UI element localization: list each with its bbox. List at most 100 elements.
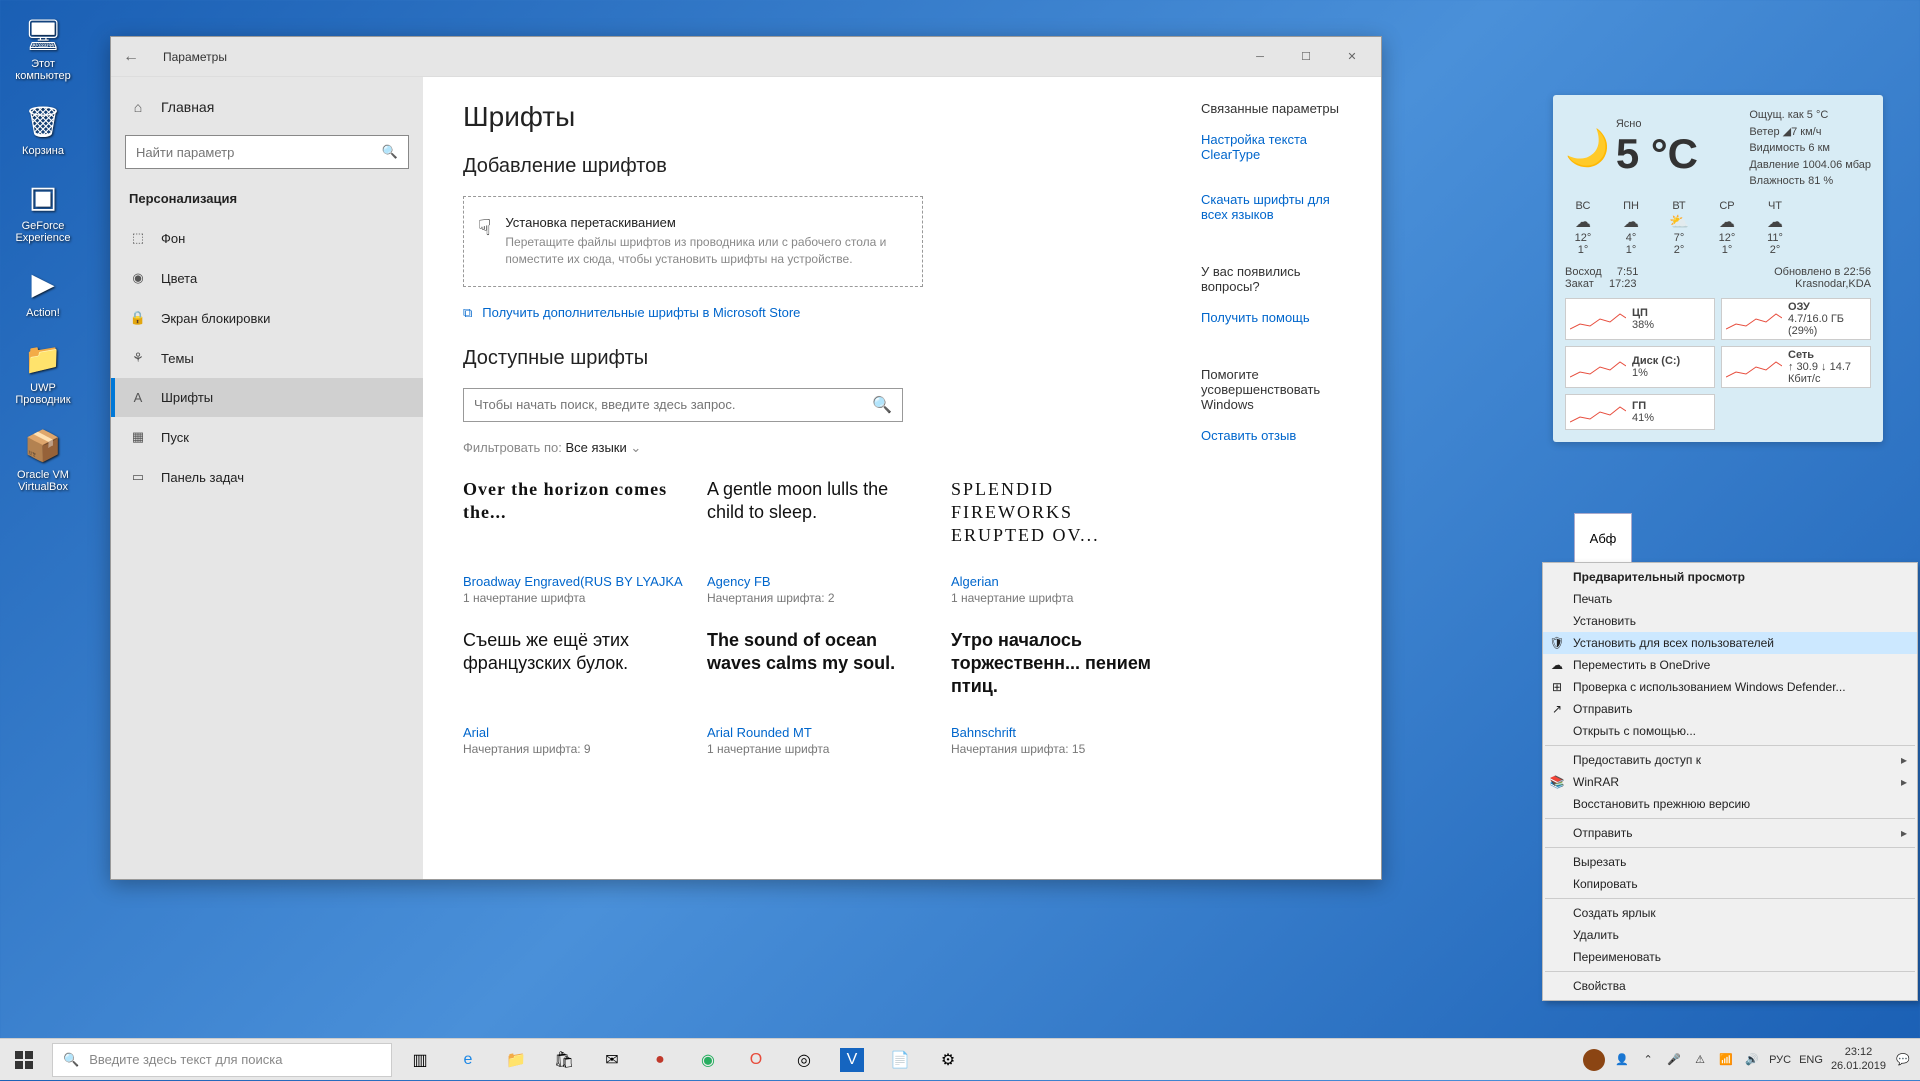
font-card[interactable]: The sound of ocean waves calms my soul.A… [707,629,927,756]
context-menu-item[interactable]: Переименовать [1543,946,1917,968]
opera-icon[interactable]: O [732,1039,780,1081]
minimize-button[interactable]: ─ [1237,37,1283,77]
meter-graph [1570,304,1626,334]
sidebar-search-input[interactable] [136,145,382,160]
font-name: Broadway Engraved(RUS BY LYAJKA [463,574,683,589]
context-menu-item[interactable]: Вырезать [1543,851,1917,873]
desktop-icon[interactable]: ▶Action! [8,264,78,319]
context-menu: Предварительный просмотрПечать Установить… [1542,562,1918,1001]
taskbar-search[interactable]: 🔍 Введите здесь текст для поиска [52,1043,392,1077]
menu-item-label: Отправить [1573,826,1633,840]
context-menu-item[interactable]: ☁Переместить в OneDrive [1543,654,1917,676]
app-icon[interactable]: ● [636,1039,684,1081]
notepad-icon[interactable]: 📄 [876,1039,924,1081]
menu-item-label: Установить [1573,614,1636,628]
maximize-button[interactable]: ☐ [1283,37,1329,77]
context-menu-item[interactable]: Восстановить прежнюю версию [1543,793,1917,815]
start-button[interactable] [0,1039,48,1081]
font-card[interactable]: SPLENDID FIREWORKS ERUPTED OV...Algerian… [951,478,1171,605]
sidebar-item[interactable]: ▦Пуск [111,417,423,457]
store-link[interactable]: ⧉ Получить дополнительные шрифты в Micro… [463,305,1171,321]
context-menu-item[interactable]: 📚WinRAR [1543,771,1917,793]
forecast-day: СР☁12°1° [1709,200,1745,256]
app-icon[interactable]: V [840,1048,864,1072]
font-dropzone[interactable]: ☟ Установка перетаскиванием Перетащите ф… [463,196,923,287]
desktop-icon[interactable]: 📦Oracle VM VirtualBox [8,426,78,493]
desktop-icon[interactable]: ▣GeForce Experience [8,177,78,244]
filter-row[interactable]: Фильтровать по: Все языки ⌄ [463,440,1171,456]
context-menu-item[interactable]: Свойства [1543,975,1917,997]
network-icon[interactable]: 📶 [1717,1053,1735,1066]
chrome-icon[interactable]: ◎ [780,1039,828,1081]
sidebar-home[interactable]: ⌂ Главная [111,87,423,127]
volume-icon[interactable]: 🔊 [1743,1053,1761,1066]
font-variants: Начертания шрифта: 2 [707,591,927,605]
download-fonts-link[interactable]: Скачать шрифты для всех языков [1201,192,1341,244]
sidebar-item[interactable]: ◉Цвета [111,258,423,298]
context-menu-item[interactable]: Открыть с помощью... [1543,720,1917,742]
mail-icon[interactable]: ✉ [588,1039,636,1081]
warning-icon[interactable]: ⚠ [1691,1053,1709,1066]
close-button[interactable]: ✕ [1329,37,1375,77]
app-icon[interactable]: ◉ [684,1039,732,1081]
context-menu-item[interactable]: Предварительный просмотр [1543,566,1917,588]
context-menu-item[interactable]: 🛡Установить для всех пользователей [1543,632,1917,654]
edge-icon[interactable]: e [444,1039,492,1081]
font-card[interactable]: Съешь же ещё этих французских булок.Aria… [463,629,683,756]
notifications-icon[interactable]: 💬 [1894,1053,1912,1066]
desktop-icon[interactable]: 🖥Этот компьютер [8,15,78,82]
store-icon[interactable]: 🛍 [540,1039,588,1081]
chevron-up-icon[interactable]: ⌃ [1639,1053,1657,1066]
lang-indicator[interactable]: РУС [1769,1054,1791,1066]
mic-icon[interactable]: 🎤 [1665,1053,1683,1066]
context-menu-item[interactable]: Создать ярлык [1543,902,1917,924]
back-button[interactable]: ← [117,48,145,66]
desktop-icon[interactable]: 🗑Корзина [8,102,78,157]
sidebar-item-label: Экран блокировки [161,311,270,326]
font-card[interactable]: Over the horizon comes the...Broadway En… [463,478,683,605]
task-view-button[interactable]: ▥ [396,1039,444,1081]
sidebar-item[interactable]: ⬚Фон [111,218,423,258]
people-icon[interactable]: 👤 [1613,1053,1631,1066]
app-icon: ▶ [23,264,63,304]
sidebar-item[interactable]: AШрифты [111,378,423,417]
menu-item-label: Предоставить доступ к [1573,753,1701,767]
nav-icon: ⚘ [129,350,147,366]
context-menu-item[interactable]: Удалить [1543,924,1917,946]
sidebar-item[interactable]: ▭Панель задач [111,457,423,497]
sidebar-item[interactable]: 🔒Экран блокировки [111,298,423,338]
desktop-icon[interactable]: 📁UWP Проводник [8,339,78,406]
available-fonts-heading: Доступные шрифты [463,347,1171,370]
sidebar-item[interactable]: ⚘Темы [111,338,423,378]
taskbar-clock[interactable]: 23:12 26.01.2019 [1831,1046,1886,1072]
keyboard-indicator[interactable]: ENG [1799,1054,1823,1066]
sidebar-search[interactable]: 🔍 [125,135,409,169]
home-icon: ⌂ [129,99,147,115]
settings-icon[interactable]: ⚙ [924,1039,972,1081]
context-menu-item[interactable]: Отправить [1543,822,1917,844]
search-icon: 🔍 [63,1052,79,1068]
font-search[interactable]: 🔍 [463,388,903,422]
context-menu-item[interactable]: ↗Отправить [1543,698,1917,720]
feedback-link[interactable]: Оставить отзыв [1201,428,1341,465]
meter-graph [1570,397,1626,427]
font-name: Arial Rounded MT [707,725,927,740]
font-card[interactable]: Утро началось торжественн... пением птиц… [951,629,1171,756]
explorer-icon[interactable]: 📁 [492,1039,540,1081]
weather-condition: Ясно [1616,118,1698,130]
menu-item-label: Восстановить прежнюю версию [1573,797,1750,811]
context-menu-item[interactable]: Установить [1543,610,1917,632]
context-menu-item[interactable]: Печать [1543,588,1917,610]
font-card[interactable]: A gentle moon lulls the child to sleep.A… [707,478,927,605]
context-menu-item[interactable]: Предоставить доступ к [1543,749,1917,771]
font-search-input[interactable] [474,397,872,412]
menu-separator [1545,818,1915,819]
context-menu-item[interactable]: Копировать [1543,873,1917,895]
desktop-icon-label: Oracle VM VirtualBox [8,469,78,493]
user-icon[interactable] [1583,1049,1605,1071]
font-file-icon[interactable]: Абф [1574,513,1632,563]
help-link[interactable]: Получить помощь [1201,310,1341,347]
desktop-icon-label: Этот компьютер [8,58,78,82]
cleartype-link[interactable]: Настройка текста ClearType [1201,132,1341,184]
context-menu-item[interactable]: ⊞Проверка с использованием Windows Defen… [1543,676,1917,698]
